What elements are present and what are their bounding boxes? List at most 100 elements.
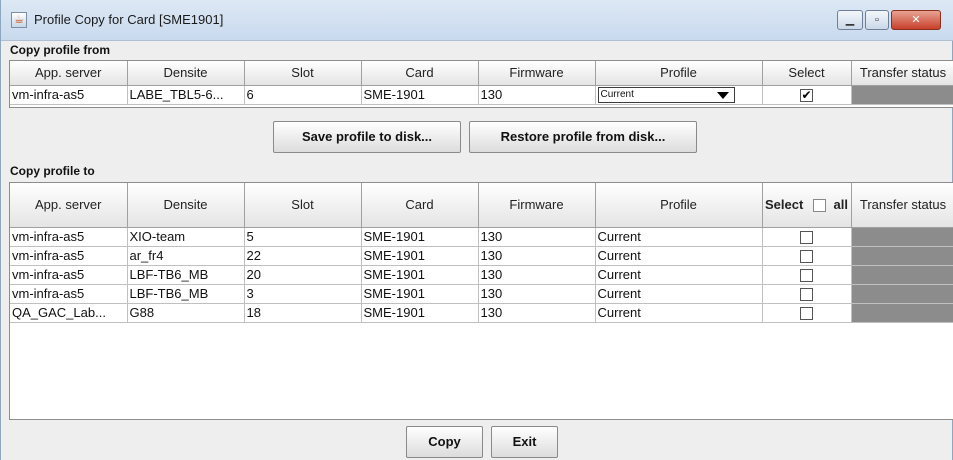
copy-to-label: Copy profile to (10, 164, 95, 178)
cell-transfer-status (851, 284, 953, 304)
column-header-densite[interactable]: Densite (127, 61, 245, 86)
select-checkbox[interactable] (800, 269, 813, 283)
cell-select (762, 265, 852, 285)
column-header-transfer-status[interactable]: Transfer status (851, 61, 953, 86)
cell-card: SME-1901 (361, 85, 479, 105)
cell-slot: 3 (244, 284, 362, 304)
cell-slot: 5 (244, 227, 362, 247)
column-header-app-server[interactable]: App. server (10, 61, 128, 86)
cell-profile: Current (595, 85, 763, 105)
cell-transfer-status (851, 265, 953, 285)
cell-card: SME-1901 (361, 265, 479, 285)
column-header-card[interactable]: Card (361, 183, 479, 228)
cell-card: SME-1901 (361, 227, 479, 247)
select-checkbox[interactable] (800, 250, 813, 264)
column-header-select[interactable]: Select (762, 61, 852, 86)
column-header-firmware[interactable]: Firmware (478, 183, 596, 228)
exit-button[interactable]: Exit (491, 426, 558, 458)
column-header-profile[interactable]: Profile (595, 183, 763, 228)
table-row[interactable]: QA_GAC_Lab... G88 18 SME-1901 130 Curren… (10, 303, 953, 323)
column-header-slot[interactable]: Slot (244, 61, 362, 86)
cell-slot: 22 (244, 246, 362, 266)
cell-transfer-status (851, 227, 953, 247)
select-checkbox[interactable]: ✔ (800, 89, 813, 103)
copy-button[interactable]: Copy (406, 426, 483, 458)
column-header-firmware[interactable]: Firmware (478, 61, 596, 86)
cell-transfer-status (851, 85, 953, 105)
column-header-app-server[interactable]: App. server (10, 183, 128, 228)
cell-profile: Current (595, 265, 763, 285)
cell-densite: LBF-TB6_MB (127, 265, 245, 285)
cell-app-server: vm-infra-as5 (10, 284, 128, 304)
profile-dropdown-value: Current (600, 88, 634, 100)
column-header-select[interactable]: Select all (762, 183, 852, 228)
cell-profile: Current (595, 246, 763, 266)
cell-firmware: 130 (478, 284, 596, 304)
cell-slot: 6 (244, 85, 362, 105)
table-row[interactable]: vm-infra-as5 XIO-team 5 SME-1901 130 Cur… (10, 227, 953, 247)
cell-app-server: vm-infra-as5 (10, 265, 128, 285)
cell-select (762, 284, 852, 304)
column-header-card[interactable]: Card (361, 61, 479, 86)
cell-densite: G88 (127, 303, 245, 323)
cell-transfer-status (851, 246, 953, 266)
restore-profile-button[interactable]: Restore profile from disk... (469, 121, 697, 153)
column-header-profile[interactable]: Profile (595, 61, 763, 86)
minimize-icon: ▁ (845, 14, 855, 26)
cell-app-server: QA_GAC_Lab... (10, 303, 128, 323)
cell-firmware: 130 (478, 265, 596, 285)
cell-select (762, 246, 852, 266)
select-checkbox[interactable] (800, 231, 813, 245)
maximize-button[interactable]: ▫ (865, 10, 889, 30)
title-bar: ☕ Profile Copy for Card [SME1901] ▁ ▫ ✕ (1, 0, 953, 41)
select-all-checkbox[interactable] (812, 199, 826, 213)
cell-densite: LABE_TBL5-6... (127, 85, 245, 105)
table-row[interactable]: vm-infra-as5 LABE_TBL5-6... 6 SME-1901 1… (10, 85, 953, 105)
cell-card: SME-1901 (361, 246, 479, 266)
cell-profile: Current (595, 284, 763, 304)
select-all-label: all (833, 197, 849, 213)
profile-copy-window: ☕ Profile Copy for Card [SME1901] ▁ ▫ ✕ … (0, 0, 953, 460)
close-icon: ✕ (911, 14, 921, 26)
save-profile-button[interactable]: Save profile to disk... (273, 121, 461, 153)
minimize-button[interactable]: ▁ (837, 10, 863, 30)
table-row[interactable]: vm-infra-as5 LBF-TB6_MB 20 SME-1901 130 … (10, 265, 953, 285)
cell-transfer-status (851, 303, 953, 323)
cell-firmware: 130 (478, 227, 596, 247)
cell-firmware: 130 (478, 246, 596, 266)
column-header-transfer-status[interactable]: Transfer status (851, 183, 953, 228)
cell-slot: 18 (244, 303, 362, 323)
cell-densite: LBF-TB6_MB (127, 284, 245, 304)
cell-app-server: vm-infra-as5 (10, 85, 128, 105)
maximize-icon: ▫ (875, 14, 879, 26)
cell-card: SME-1901 (361, 284, 479, 304)
cell-app-server: vm-infra-as5 (10, 227, 128, 247)
cell-profile: Current (595, 227, 763, 247)
cell-slot: 20 (244, 265, 362, 285)
profile-dropdown[interactable]: Current (597, 86, 735, 103)
select-checkbox[interactable] (800, 288, 813, 302)
cell-densite: ar_fr4 (127, 246, 245, 266)
cell-select (762, 303, 852, 323)
select-checkbox[interactable] (800, 307, 813, 321)
copy-to-table: App. server Densite Slot Card Firmware P… (9, 182, 953, 420)
window-title: Profile Copy for Card [SME1901] (34, 12, 224, 27)
column-header-densite[interactable]: Densite (127, 183, 245, 228)
cell-profile: Current (595, 303, 763, 323)
cell-select: ✔ (762, 85, 852, 105)
cell-densite: XIO-team (127, 227, 245, 247)
cell-firmware: 130 (478, 85, 596, 105)
cell-app-server: vm-infra-as5 (10, 246, 128, 266)
table-row[interactable]: vm-infra-as5 ar_fr4 22 SME-1901 130 Curr… (10, 246, 953, 266)
copy-from-header-row: App. server Densite Slot Card Firmware P… (10, 61, 953, 86)
table-row[interactable]: vm-infra-as5 LBF-TB6_MB 3 SME-1901 130 C… (10, 284, 953, 304)
close-button[interactable]: ✕ (891, 10, 941, 30)
copy-to-header-row: App. server Densite Slot Card Firmware P… (10, 183, 953, 228)
cell-select (762, 227, 852, 247)
column-header-slot[interactable]: Slot (244, 183, 362, 228)
cell-card: SME-1901 (361, 303, 479, 323)
select-header-label: Select (764, 197, 804, 213)
cell-firmware: 130 (478, 303, 596, 323)
java-app-icon: ☕ (11, 12, 27, 28)
copy-from-table: App. server Densite Slot Card Firmware P… (9, 60, 953, 108)
